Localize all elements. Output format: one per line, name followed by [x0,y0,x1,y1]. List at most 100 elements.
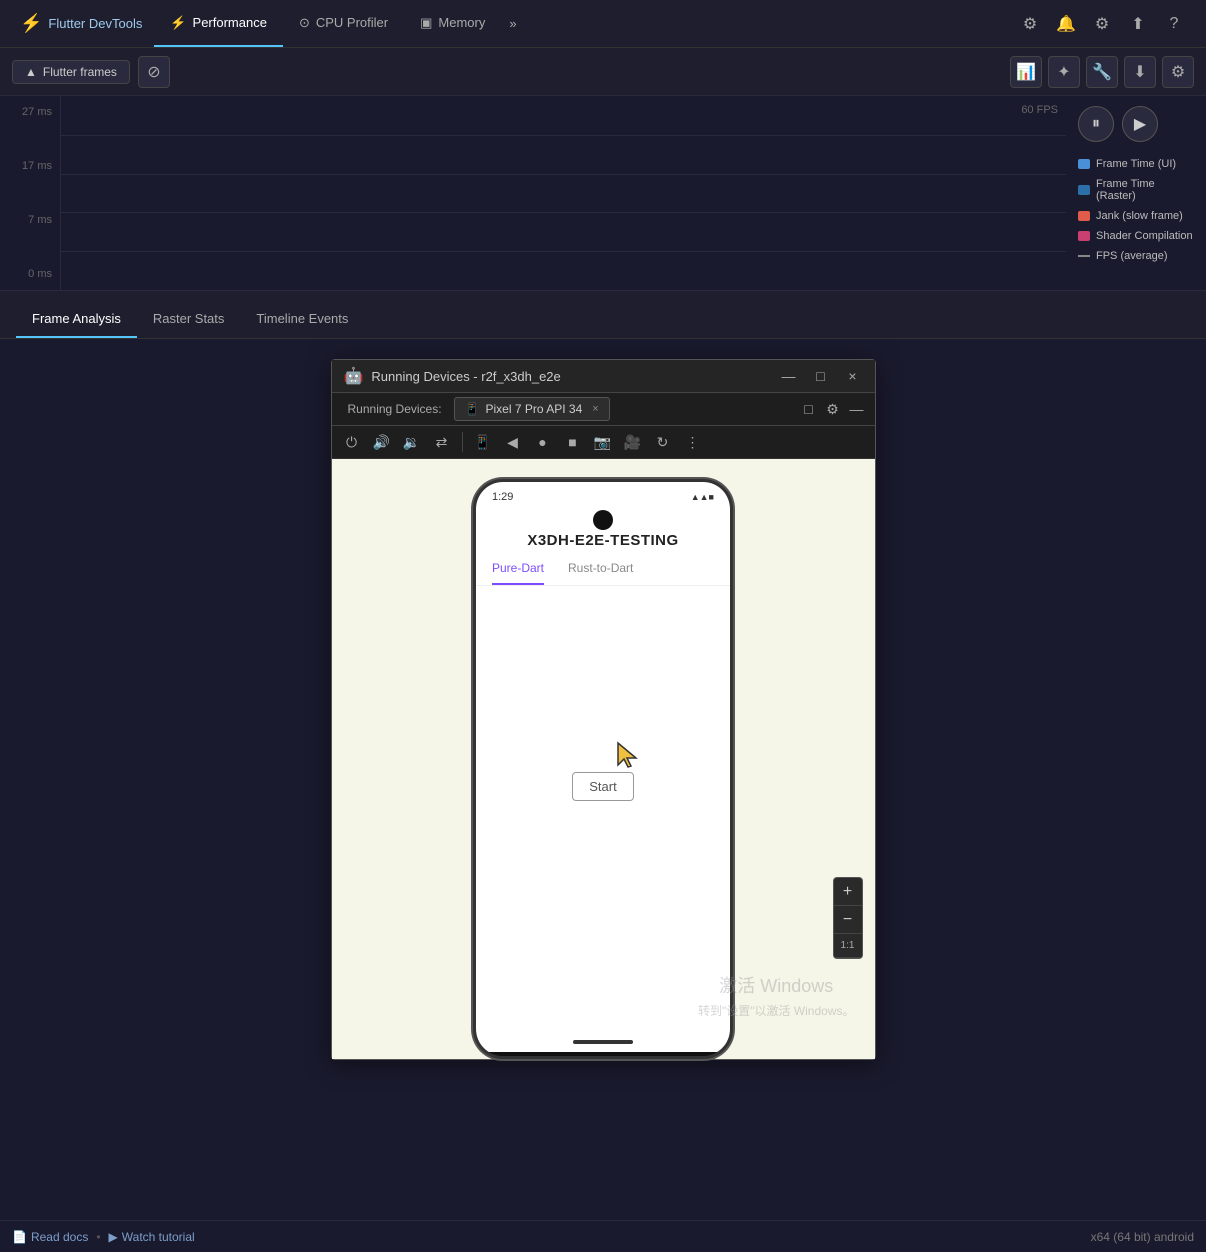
devtools-settings-button[interactable]: ⚙ [1086,8,1118,40]
phone-screen[interactable]: X3DH-E2E-TESTING Pure-Dart Rust-to-Dart … [476,512,730,1032]
window-title-bar: 🤖 Running Devices - r2f_x3dh_e2e — □ × [332,360,875,393]
zoom-in-button[interactable]: + [834,878,862,906]
video-icon-btn[interactable]: 🎥 [621,430,645,454]
tab-memory[interactable]: ▣ Memory [404,0,501,47]
close-icon: × [848,368,856,384]
chart-icon: 📊 [1016,62,1036,82]
back-icon-btn[interactable]: ◀ [501,430,525,454]
toolbar-settings-button[interactable]: ⚙ [1162,56,1194,88]
wrench-button[interactable]: 🔧 [1086,56,1118,88]
device-window: 🤖 Running Devices - r2f_x3dh_e2e — □ × R… [331,359,876,1060]
chart-button[interactable]: 📊 [1010,56,1042,88]
layout-icon-btn[interactable]: □ [799,399,819,419]
volume-down-icon-btn[interactable]: 🔉 [400,430,424,454]
help-button[interactable]: ? [1158,8,1190,40]
running-devices-label-row: Running Devices: 📱 Pixel 7 Pro API 34 × … [332,393,875,426]
memory-tab-icon: ▣ [420,15,432,31]
legend-dash-fps [1078,255,1090,257]
raster-stats-label: Raster Stats [153,311,225,326]
record-icon-btn[interactable]: ● [531,430,555,454]
tab-cpu-profiler[interactable]: ⊙ CPU Profiler [283,0,404,47]
device-tab-pixel7[interactable]: 📱 Pixel 7 Pro API 34 × [454,397,610,421]
watch-tutorial-link[interactable]: ▶ Watch tutorial [109,1230,195,1244]
app-tab-pure-dart[interactable]: Pure-Dart [492,561,544,585]
toolbar-settings-icon: ⚙ [1171,62,1185,82]
timeline-events-label: Timeline Events [256,311,348,326]
window-minimize-button[interactable]: — [779,366,799,386]
volume-up-icon-btn[interactable]: 🔊 [370,430,394,454]
pause-button[interactable]: ⏸ [1078,106,1114,142]
maximize-icon: □ [816,368,824,384]
device-settings-btn[interactable]: ⚙ [823,399,843,419]
performance-tab-label: Performance [193,15,267,30]
power-icon-btn[interactable]: ⏻ [340,430,364,454]
home-bar-indicator [573,1040,633,1044]
window-controls: — □ × [779,366,863,386]
legend-label-raster: Frame Time (Raster) [1096,178,1194,202]
screenshot-icon-btn[interactable]: 📷 [591,430,615,454]
more-tabs-button[interactable]: » [501,16,524,31]
emulator-container[interactable]: 1:29 ▲▲■ X3DH-E2E-TESTING Pure-Dart [332,459,875,1059]
phone-icon-btn[interactable]: 📱 [471,430,495,454]
enhance-icon: ✦ [1057,62,1070,82]
window-maximize-button[interactable]: □ [811,366,831,386]
upload-button[interactable]: ⬆ [1122,8,1154,40]
clear-button[interactable]: ⊘ [138,56,170,88]
play-button[interactable]: ▶ [1122,106,1158,142]
memory-tab-label: Memory [438,15,485,30]
top-navigation: ⚡ Flutter DevTools ⚡ Performance ⊙ CPU P… [0,0,1206,48]
legend-color-jank [1078,211,1090,221]
device-tab-close[interactable]: × [592,403,598,415]
flutter-frames-chevron-icon: ▲ [25,65,37,79]
download-button[interactable]: ⬇ [1124,56,1156,88]
phone-frame: 1:29 ▲▲■ X3DH-E2E-TESTING Pure-Dart [473,479,733,1059]
flutter-frames-label: Flutter frames [43,65,117,79]
download-icon: ⬇ [1133,62,1146,82]
rotate-icon-btn[interactable]: ⇄ [430,430,454,454]
refresh-icon-btn[interactable]: ↻ [651,430,675,454]
running-devices-label: Running Devices: [340,402,450,416]
device-minimize-btn[interactable]: — [847,399,867,419]
tab-performance[interactable]: ⚡ Performance [154,0,283,47]
brand-logo[interactable]: ⚡ Flutter DevTools [8,13,154,34]
zoom-ratio-label: 1:1 [834,934,862,958]
clear-icon: ⊘ [147,62,160,82]
read-docs-link[interactable]: 📄 Read docs [12,1230,88,1244]
legend-frame-time-ui: Frame Time (UI) [1078,158,1194,170]
phone-notch [593,510,613,530]
legend-label-shader: Shader Compilation [1096,230,1193,242]
flutter-frames-button[interactable]: ▲ Flutter frames [12,60,130,84]
tab-raster-stats[interactable]: Raster Stats [137,301,241,338]
window-close-button[interactable]: × [843,366,863,386]
y-label-7ms: 7 ms [0,214,52,226]
watch-tutorial-icon: ▶ [109,1230,118,1244]
zoom-controls: + − 1:1 [833,877,863,959]
settings-button[interactable]: ⚙ [1014,8,1046,40]
chart-grid [61,96,1066,290]
pause-icon: ⏸ [1092,115,1100,133]
zoom-out-icon: − [843,911,852,929]
phone-home-bar [476,1032,730,1052]
chart-canvas[interactable]: 60 FPS [60,96,1066,290]
play-icon: ▶ [1134,114,1146,134]
start-button[interactable]: Start [572,772,633,801]
enhance-button[interactable]: ✦ [1048,56,1080,88]
notifications-button[interactable]: 🔔 [1050,8,1082,40]
window-tab-actions: □ ⚙ — [799,399,867,419]
y-label-17ms: 17 ms [0,160,52,172]
toolbar-right-actions: 📊 ✦ 🔧 ⬇ ⚙ [1010,56,1194,88]
legend-color-ui [1078,159,1090,169]
performance-toolbar: ▲ Flutter frames ⊘ 📊 ✦ 🔧 ⬇ ⚙ [0,48,1206,96]
app-tab-rust-to-dart[interactable]: Rust-to-Dart [568,561,633,585]
legend-jank: Jank (slow frame) [1078,210,1194,222]
toolbar-separator [462,432,463,452]
more-icon-btn[interactable]: ⋮ [681,430,705,454]
device-toolbar: ⏻ 🔊 🔉 ⇄ 📱 ◀ ● ■ 📷 🎥 ↻ ⋮ [332,426,875,459]
app-tab-bar: Pure-Dart Rust-to-Dart [476,561,730,586]
tab-frame-analysis[interactable]: Frame Analysis [16,301,137,338]
zoom-out-button[interactable]: − [834,906,862,934]
stop-icon-btn[interactable]: ■ [561,430,585,454]
minimize-icon: — [782,368,796,384]
main-content: 🤖 Running Devices - r2f_x3dh_e2e — □ × R… [0,339,1206,1220]
tab-timeline-events[interactable]: Timeline Events [240,301,364,338]
